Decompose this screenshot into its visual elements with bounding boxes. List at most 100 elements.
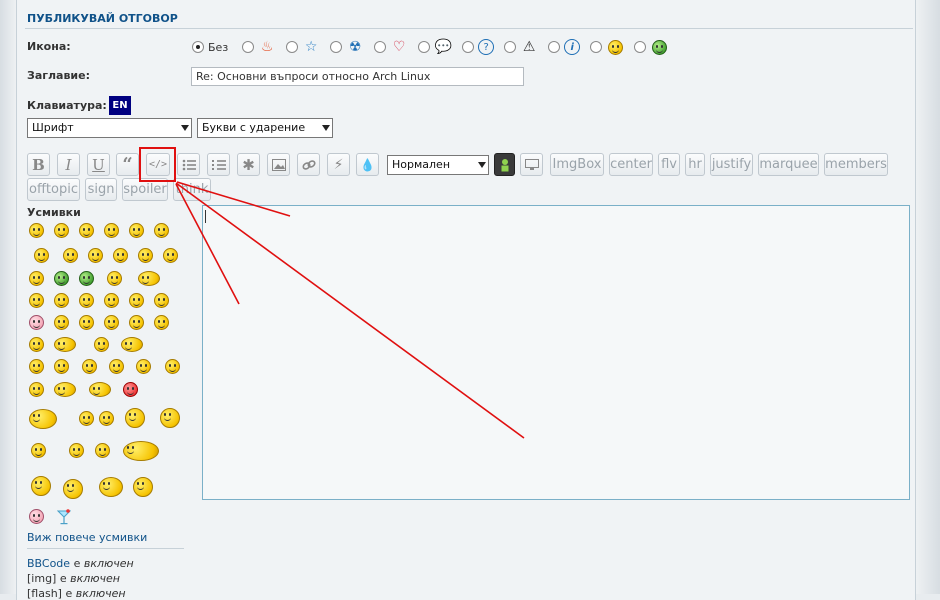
smiley-icon[interactable]	[113, 248, 128, 263]
icon-radio[interactable]	[418, 41, 431, 53]
offtopic-button[interactable]: offtopic	[27, 178, 80, 201]
icon-radio[interactable]	[242, 41, 255, 53]
icon-option-fire[interactable]: ♨	[242, 38, 276, 56]
smiley-icon[interactable]	[160, 408, 180, 428]
italic-button[interactable]: I	[57, 153, 80, 176]
smiley-icon[interactable]	[121, 337, 143, 352]
icon-option-radioactive[interactable]: ☢	[330, 38, 364, 56]
list-item-button[interactable]: ✱	[237, 153, 260, 176]
icon-option-wink[interactable]	[590, 38, 624, 56]
smiley-icon[interactable]	[29, 359, 44, 374]
bbcode-link[interactable]: BBCode	[27, 557, 70, 570]
icon-option-grin[interactable]	[634, 38, 668, 56]
smiley-icon[interactable]	[165, 359, 180, 374]
icon-radio[interactable]	[548, 41, 561, 53]
smiley-icon[interactable]	[79, 411, 94, 426]
font-select[interactable]: Шрифт	[27, 118, 192, 138]
bullet-list-button[interactable]	[177, 153, 200, 176]
smiley-icon[interactable]	[123, 382, 138, 397]
more-smilies-link[interactable]: Виж повече усмивки	[27, 531, 147, 544]
icon-option-question[interactable]: ?	[462, 39, 495, 55]
smiley-icon[interactable]	[63, 248, 78, 263]
hr-button[interactable]: hr	[685, 153, 705, 176]
icon-radio[interactable]	[504, 41, 517, 53]
smiley-icon[interactable]	[129, 293, 144, 308]
smiley-icon[interactable]	[104, 293, 119, 308]
underline-button[interactable]: U	[87, 153, 110, 176]
icon-option-speech[interactable]: 💬	[418, 38, 452, 56]
marquee-button[interactable]: marquee	[758, 153, 819, 176]
smiley-icon[interactable]	[104, 223, 119, 238]
smiley-icon[interactable]	[54, 337, 76, 352]
icon-radio[interactable]	[590, 41, 603, 53]
icon-option-warning[interactable]: ⚠	[504, 38, 538, 56]
smiley-icon[interactable]	[54, 382, 76, 397]
smiley-icon[interactable]	[29, 382, 44, 397]
icon-radio-none[interactable]	[192, 41, 204, 53]
spoiler-person-button[interactable]	[494, 153, 515, 176]
smiley-icon[interactable]	[29, 271, 44, 286]
smiley-icon[interactable]	[136, 359, 151, 374]
icon-option-star[interactable]: ☆	[286, 38, 320, 56]
arrow-smiley-icon[interactable]	[154, 315, 169, 330]
smiley-icon[interactable]	[34, 248, 49, 263]
center-button[interactable]: center	[609, 153, 653, 176]
smiley-icon[interactable]	[99, 411, 114, 426]
question-smiley-icon[interactable]	[104, 315, 119, 330]
smiley-icon[interactable]	[94, 337, 109, 352]
smiley-icon[interactable]	[29, 293, 44, 308]
smiley-icon[interactable]	[95, 443, 110, 458]
flv-button[interactable]: flv	[658, 153, 680, 176]
smiley-icon[interactable]	[129, 223, 144, 238]
keyboard-layout-badge[interactable]: EN	[109, 96, 131, 115]
smiley-icon[interactable]	[29, 409, 57, 429]
smiley-icon[interactable]	[89, 382, 111, 397]
icon-radio[interactable]	[374, 41, 387, 53]
smiley-icon[interactable]	[54, 293, 69, 308]
smiley-icon[interactable]	[54, 315, 69, 330]
smiley-icon[interactable]	[69, 443, 84, 458]
message-textarea[interactable]	[202, 205, 910, 500]
smiley-icon[interactable]	[54, 223, 69, 238]
idea-smiley-icon[interactable]	[129, 315, 144, 330]
smiley-icon[interactable]	[99, 477, 123, 497]
font-size-select[interactable]: Нормален	[387, 155, 489, 175]
smiley-icon[interactable]	[79, 271, 94, 286]
exclamation-smiley-icon[interactable]	[79, 315, 94, 330]
flash-button[interactable]: ⚡	[327, 153, 350, 176]
smiley-icon[interactable]	[138, 271, 160, 286]
icon-radio[interactable]	[462, 41, 475, 53]
smiley-icon[interactable]	[29, 315, 44, 330]
imgbox-button[interactable]: ImgBox	[550, 153, 604, 176]
smiley-icon[interactable]	[63, 479, 83, 499]
smiley-icon[interactable]	[125, 408, 145, 428]
smiley-icon[interactable]	[29, 337, 44, 352]
think-button[interactable]: think	[173, 178, 211, 201]
smiley-icon[interactable]	[133, 477, 153, 497]
color-button[interactable]: 💧	[356, 153, 379, 176]
smiley-icon[interactable]	[107, 271, 122, 286]
accent-letters-select[interactable]: Букви с ударение	[197, 118, 333, 138]
numbered-list-button[interactable]	[207, 153, 230, 176]
smiley-icon[interactable]	[31, 476, 51, 496]
icon-option-heart[interactable]: ♡	[374, 38, 408, 56]
smiley-icon[interactable]	[54, 359, 69, 374]
smiley-icon[interactable]	[154, 223, 169, 238]
bold-button[interactable]: B	[27, 153, 50, 176]
pig-smiley-icon[interactable]	[29, 509, 44, 524]
sign-button[interactable]: sign	[85, 178, 117, 201]
smiley-icon[interactable]	[154, 293, 169, 308]
smiley-icon[interactable]	[88, 248, 103, 263]
icon-option-none[interactable]: Без	[192, 41, 232, 54]
smiley-icon[interactable]	[123, 441, 159, 461]
smiley-icon[interactable]	[29, 223, 44, 238]
subject-input[interactable]: Re: Основни въпроси относно Arch Linux	[191, 67, 524, 86]
insert-image-button[interactable]	[267, 153, 290, 176]
smiley-icon[interactable]	[54, 271, 69, 286]
smiley-icon[interactable]	[31, 443, 46, 458]
smiley-icon[interactable]	[109, 359, 124, 374]
icon-radio[interactable]	[330, 41, 343, 53]
cocktail-icon[interactable]	[57, 509, 71, 525]
icon-radio[interactable]	[634, 41, 647, 53]
smiley-icon[interactable]	[79, 223, 94, 238]
